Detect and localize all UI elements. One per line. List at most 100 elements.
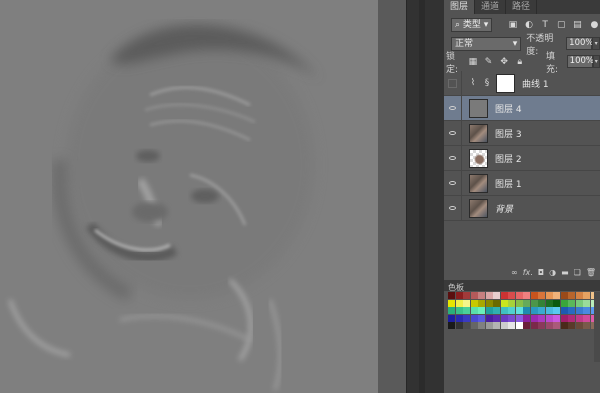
- color-swatch[interactable]: [523, 314, 530, 322]
- color-swatch[interactable]: [448, 292, 455, 299]
- adjustment-filter-icon[interactable]: ◐: [523, 19, 534, 31]
- color-swatch[interactable]: [538, 292, 545, 299]
- color-swatch[interactable]: [500, 314, 508, 322]
- color-swatch[interactable]: [470, 292, 478, 299]
- layer-name[interactable]: 图层 1: [495, 177, 522, 190]
- color-swatch[interactable]: [538, 299, 545, 307]
- color-swatch[interactable]: [553, 292, 560, 299]
- color-swatch[interactable]: [515, 299, 523, 307]
- layer-row-3[interactable]: 图层 3: [444, 120, 600, 146]
- color-swatch[interactable]: [515, 307, 523, 314]
- lock-all-icon[interactable]: 🔒︎: [514, 56, 525, 68]
- layer-row-2[interactable]: 图层 2: [444, 145, 600, 171]
- color-swatch[interactable]: [463, 292, 470, 299]
- fx-icon[interactable]: fx.: [523, 268, 533, 277]
- color-swatch[interactable]: [523, 322, 530, 329]
- swatches-scrollbar[interactable]: [594, 292, 600, 362]
- pixel-filter-icon[interactable]: ▣: [507, 19, 518, 31]
- color-swatch[interactable]: [478, 307, 485, 314]
- tab-channels[interactable]: 通道: [475, 0, 507, 14]
- shape-filter-icon[interactable]: ▢: [556, 19, 567, 31]
- layer-name[interactable]: 图层 2: [495, 152, 522, 165]
- layer-thumbnail[interactable]: [469, 198, 488, 218]
- folder-icon[interactable]: ▬: [561, 268, 569, 277]
- color-swatch[interactable]: [568, 322, 575, 329]
- layer-mask-thumbnail[interactable]: [496, 73, 515, 93]
- color-swatch[interactable]: [553, 307, 560, 314]
- color-swatch[interactable]: [538, 322, 545, 329]
- color-swatch[interactable]: [545, 314, 553, 322]
- color-swatch[interactable]: [545, 299, 553, 307]
- color-swatch[interactable]: [560, 292, 568, 299]
- visibility-toggle[interactable]: [444, 170, 462, 196]
- color-swatch[interactable]: [463, 314, 470, 322]
- color-swatch[interactable]: [470, 322, 478, 329]
- adjustment-icon[interactable]: ◑: [549, 268, 556, 277]
- layer-name[interactable]: 图层 4: [495, 102, 522, 115]
- layer-thumbnail[interactable]: [469, 148, 488, 168]
- opacity-input[interactable]: 100%: [566, 37, 593, 50]
- color-swatch[interactable]: [523, 299, 530, 307]
- color-swatch[interactable]: [575, 322, 583, 329]
- color-swatch[interactable]: [478, 299, 485, 307]
- color-swatch[interactable]: [553, 314, 560, 322]
- color-swatch[interactable]: [583, 292, 590, 299]
- color-swatch[interactable]: [448, 299, 455, 307]
- color-swatch[interactable]: [553, 322, 560, 329]
- fill-slider-button[interactable]: ▾: [592, 55, 600, 68]
- color-swatch[interactable]: [530, 292, 538, 299]
- color-swatch[interactable]: [508, 292, 515, 299]
- color-swatch[interactable]: [508, 314, 515, 322]
- layer-name[interactable]: 图层 3: [495, 127, 522, 140]
- visibility-toggle[interactable]: [444, 70, 462, 96]
- tab-layers[interactable]: 图层: [444, 0, 476, 14]
- color-swatch[interactable]: [470, 307, 478, 314]
- color-swatch[interactable]: [568, 314, 575, 322]
- type-filter-icon[interactable]: T: [540, 19, 551, 31]
- color-swatch[interactable]: [553, 299, 560, 307]
- color-swatch[interactable]: [560, 322, 568, 329]
- color-swatch[interactable]: [530, 307, 538, 314]
- layer-name[interactable]: 背景: [495, 202, 513, 215]
- filter-toggle-icon[interactable]: ●: [589, 19, 600, 31]
- color-swatch[interactable]: [455, 307, 463, 314]
- color-swatch[interactable]: [493, 292, 500, 299]
- color-swatch[interactable]: [455, 322, 463, 329]
- color-swatch[interactable]: [485, 314, 493, 322]
- color-swatch[interactable]: [508, 322, 515, 329]
- color-swatch[interactable]: [583, 299, 590, 307]
- color-swatch[interactable]: [493, 322, 500, 329]
- color-swatch[interactable]: [523, 292, 530, 299]
- layer-row-curves[interactable]: ⌇ § 曲线 1: [444, 70, 600, 96]
- fill-input[interactable]: 100%: [566, 55, 594, 68]
- color-swatch[interactable]: [455, 299, 463, 307]
- lock-transparent-icon[interactable]: ▦: [468, 56, 479, 68]
- new-layer-icon[interactable]: ❏: [574, 268, 581, 277]
- color-swatch[interactable]: [463, 322, 470, 329]
- visibility-toggle[interactable]: [444, 95, 462, 121]
- color-swatch[interactable]: [478, 314, 485, 322]
- color-swatch[interactable]: [493, 299, 500, 307]
- color-swatch[interactable]: [485, 292, 493, 299]
- color-swatch[interactable]: [568, 307, 575, 314]
- link-icon[interactable]: ∞: [511, 268, 518, 277]
- color-swatch[interactable]: [478, 292, 485, 299]
- color-swatch[interactable]: [470, 299, 478, 307]
- color-swatch[interactable]: [560, 307, 568, 314]
- color-swatch[interactable]: [583, 307, 590, 314]
- color-swatch[interactable]: [463, 307, 470, 314]
- lock-move-icon[interactable]: ✥: [499, 56, 510, 68]
- swatches-title[interactable]: 色板: [444, 283, 464, 292]
- layer-thumbnail[interactable]: [469, 173, 488, 193]
- color-swatch[interactable]: [530, 322, 538, 329]
- layer-thumbnail[interactable]: [469, 123, 488, 143]
- color-swatch[interactable]: [493, 307, 500, 314]
- color-swatch[interactable]: [568, 299, 575, 307]
- color-swatch[interactable]: [500, 322, 508, 329]
- color-swatch[interactable]: [508, 307, 515, 314]
- color-swatch[interactable]: [485, 299, 493, 307]
- color-swatch[interactable]: [455, 292, 463, 299]
- trash-icon[interactable]: 🗑︎: [586, 268, 596, 277]
- color-swatch[interactable]: [493, 314, 500, 322]
- color-swatch[interactable]: [508, 299, 515, 307]
